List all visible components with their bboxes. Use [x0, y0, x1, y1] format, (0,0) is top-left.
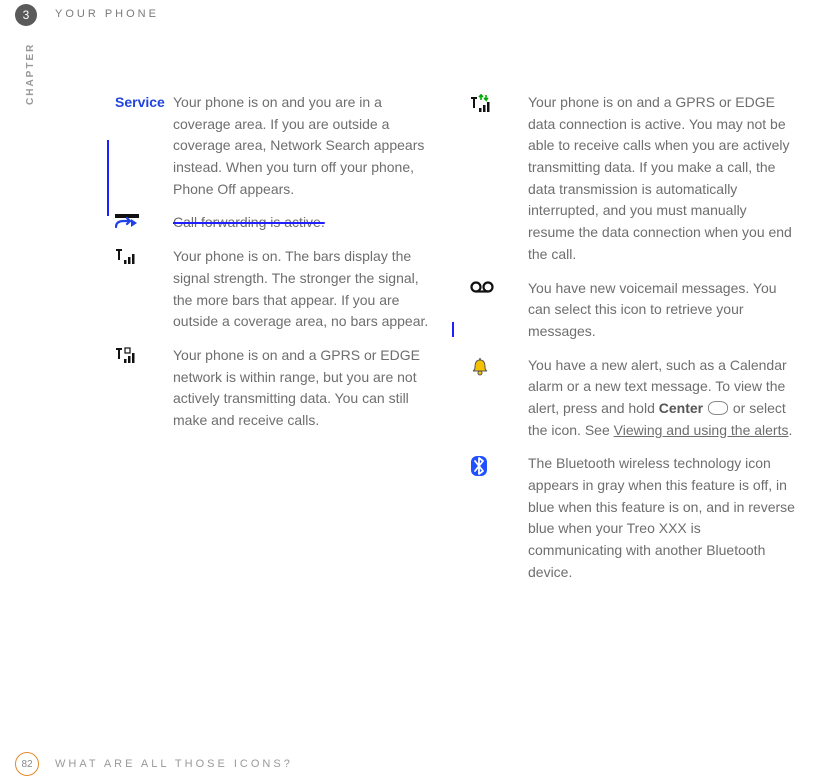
alert-text-post: . — [788, 422, 792, 438]
entry-alert: You have a new alert, such as a Calendar… — [470, 355, 795, 442]
right-column: Your phone is on and a GPRS or EDGE data… — [470, 92, 795, 595]
service-label-cell: Service — [115, 92, 173, 112]
entry-gprs-active: Your phone is on and a GPRS or EDGE data… — [470, 92, 795, 266]
gprs-active-description: Your phone is on and a GPRS or EDGE data… — [528, 92, 795, 266]
call-forward-text: Call forwarding is active. — [173, 214, 325, 230]
center-key-icon — [708, 401, 728, 415]
chapter-number-badge: 3 — [15, 4, 37, 26]
call-forward-icon — [115, 212, 173, 230]
bluetooth-description: The Bluetooth wireless technology icon a… — [528, 453, 795, 583]
entry-signal: Your phone is on. The bars display the s… — [115, 246, 440, 333]
entry-service: Service Your phone is on and you are in … — [115, 92, 440, 200]
call-forward-description: Call forwarding is active. — [173, 212, 440, 234]
page-number-badge: 82 — [15, 752, 39, 776]
entry-gprs-range: Your phone is on and a GPRS or EDGE netw… — [115, 345, 440, 432]
page: 3 YOUR PHONE CHAPTER Service Your phone … — [0, 0, 825, 782]
section-title: WHAT ARE ALL THOSE ICONS? — [55, 758, 293, 770]
voicemail-icon — [470, 278, 528, 294]
alert-link[interactable]: Viewing and using the alerts — [614, 422, 789, 438]
revision-bar — [107, 140, 109, 216]
alert-bell-icon — [470, 355, 528, 377]
voicemail-description: You have new voicemail messages. You can… — [528, 278, 795, 343]
gprs-active-icon — [470, 92, 528, 114]
gprs-range-icon — [115, 345, 173, 365]
signal-description: Your phone is on. The bars display the s… — [173, 246, 440, 333]
entry-call-forwarding: Call forwarding is active. — [115, 212, 440, 234]
content-columns: Service Your phone is on and you are in … — [115, 92, 795, 595]
alert-center-label: Center — [659, 400, 703, 416]
entry-bluetooth: The Bluetooth wireless technology icon a… — [470, 453, 795, 583]
bluetooth-icon — [470, 453, 528, 477]
chapter-number: 3 — [23, 8, 30, 22]
chapter-side-label: CHAPTER — [25, 43, 36, 105]
service-description: Your phone is on and you are in a covera… — [173, 92, 440, 200]
page-number: 82 — [21, 759, 32, 770]
gprs-range-description: Your phone is on and a GPRS or EDGE netw… — [173, 345, 440, 432]
service-label: Service — [115, 94, 165, 110]
signal-icon — [115, 246, 173, 266]
chapter-title: YOUR PHONE — [55, 8, 159, 20]
entry-voicemail: You have new voicemail messages. You can… — [470, 278, 795, 343]
alert-description: You have a new alert, such as a Calendar… — [528, 355, 795, 442]
left-column: Service Your phone is on and you are in … — [115, 92, 440, 595]
